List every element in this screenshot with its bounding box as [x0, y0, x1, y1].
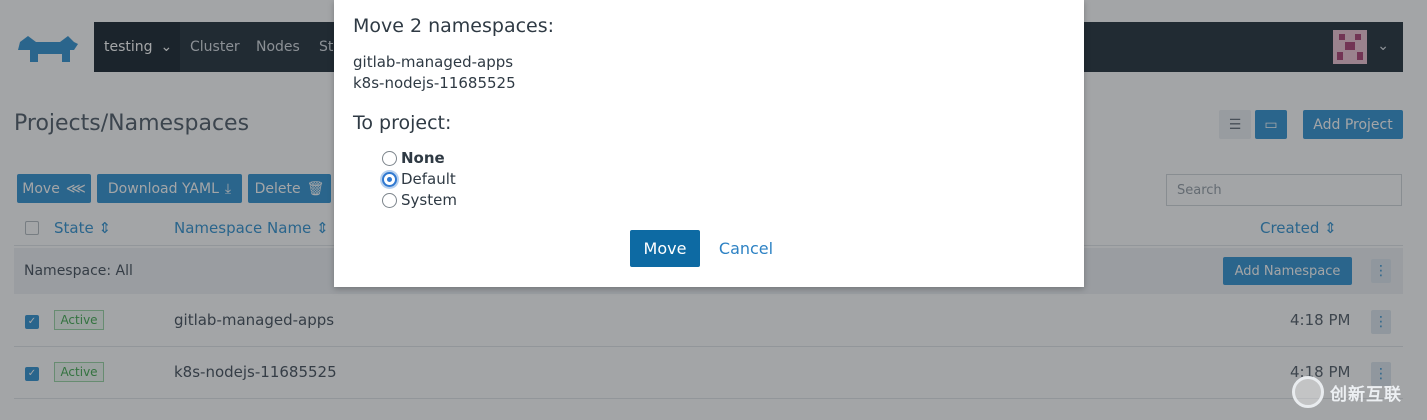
radio-none[interactable]: [382, 150, 397, 166]
list-item: k8s-nodejs-11685525: [353, 74, 516, 92]
list-item: gitlab-managed-apps: [353, 53, 514, 71]
option-label: System: [401, 191, 457, 209]
radio-system[interactable]: [382, 192, 397, 208]
move-confirm-button[interactable]: Move: [630, 230, 700, 267]
to-project-label: To project:: [353, 112, 452, 134]
watermark-text: 创新互联: [1330, 384, 1402, 405]
watermark-logo-icon: [1292, 376, 1324, 408]
watermark: 创新互联: [1292, 376, 1402, 408]
cancel-button[interactable]: Cancel: [714, 230, 778, 267]
namespace-list: gitlab-managed-apps k8s-nodejs-11685525: [353, 52, 516, 94]
project-option-system[interactable]: System: [382, 191, 457, 209]
option-label: Default: [401, 170, 456, 188]
move-namespaces-dialog: Move 2 namespaces: gitlab-managed-apps k…: [334, 0, 1084, 287]
dialog-title: Move 2 namespaces:: [353, 15, 555, 37]
option-label: None: [401, 149, 445, 167]
project-option-default[interactable]: Default: [382, 170, 456, 188]
project-option-none[interactable]: None: [382, 149, 445, 167]
radio-default[interactable]: [382, 171, 397, 187]
